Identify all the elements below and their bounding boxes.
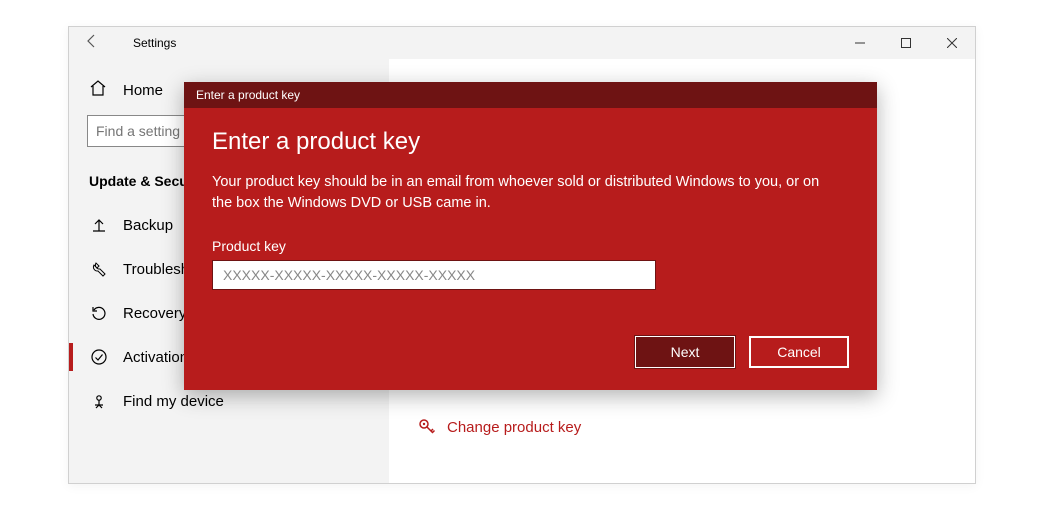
recovery-icon <box>89 304 109 322</box>
sidebar-item-label: Activation <box>123 349 188 366</box>
back-button[interactable] <box>69 33 115 54</box>
next-button[interactable]: Next <box>635 336 735 368</box>
maximize-button[interactable] <box>883 27 929 59</box>
window-title: Settings <box>133 36 176 50</box>
dialog-body: Enter a product key Your product key sho… <box>184 108 877 390</box>
cancel-button[interactable]: Cancel <box>749 336 849 368</box>
backup-icon <box>89 216 109 234</box>
cancel-button-label: Cancel <box>777 344 821 360</box>
sidebar-item-label: Find my device <box>123 393 224 410</box>
dialog-titlebar: Enter a product key <box>184 82 877 108</box>
activation-icon <box>89 348 109 366</box>
dialog-heading: Enter a product key <box>212 128 849 156</box>
troubleshoot-icon <box>89 260 109 278</box>
nav-home-label: Home <box>123 82 163 99</box>
dialog-actions: Next Cancel <box>212 336 849 368</box>
key-icon <box>417 417 437 437</box>
next-button-label: Next <box>671 344 700 360</box>
sidebar-item-label: Backup <box>123 217 173 234</box>
product-key-input[interactable] <box>212 260 656 290</box>
minimize-button[interactable] <box>837 27 883 59</box>
close-button[interactable] <box>929 27 975 59</box>
product-key-dialog: Enter a product key Enter a product key … <box>184 82 877 390</box>
home-icon <box>89 79 109 101</box>
window-controls <box>837 27 975 59</box>
change-product-key-link[interactable]: Change product key <box>417 417 581 437</box>
sidebar-item-label: Recovery <box>123 305 186 322</box>
change-key-label: Change product key <box>447 419 581 436</box>
dialog-window-title: Enter a product key <box>196 88 300 102</box>
window-titlebar: Settings <box>69 27 975 59</box>
dialog-description: Your product key should be in an email f… <box>212 172 822 214</box>
product-key-label: Product key <box>212 238 849 254</box>
find-device-icon <box>89 392 109 410</box>
